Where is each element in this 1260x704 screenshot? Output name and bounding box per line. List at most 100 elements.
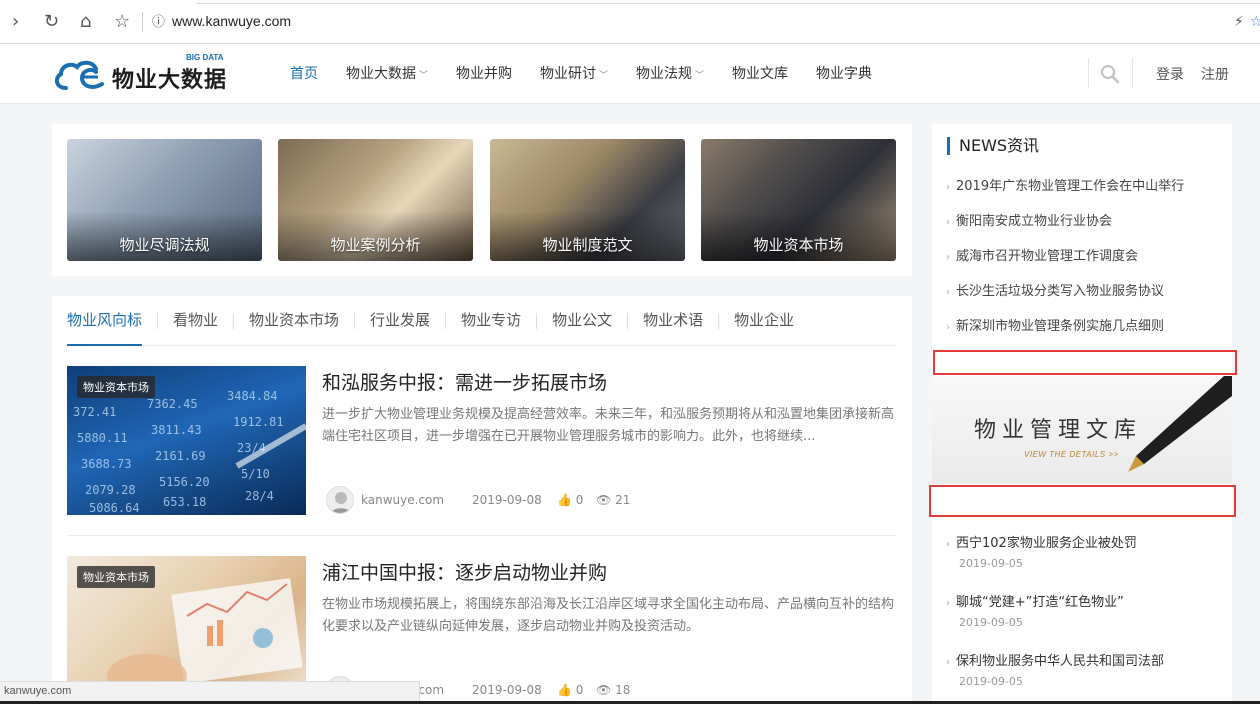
svg-text:2161.69: 2161.69 bbox=[155, 449, 206, 463]
news-link[interactable]: › 衡阳南安成立物业行业协会 bbox=[946, 210, 1112, 229]
nav-item-mergers[interactable]: 物业并购 bbox=[456, 63, 512, 83]
svg-text:2079.28: 2079.28 bbox=[85, 483, 136, 497]
home-icon[interactable]: ⌂ bbox=[80, 12, 91, 32]
chevron-right-icon: › bbox=[946, 252, 950, 263]
svg-text:3484.84: 3484.84 bbox=[227, 389, 278, 403]
thumbs-up-icon: 👍 bbox=[557, 493, 572, 507]
news-link[interactable]: › 长沙生活垃圾分类写入物业服务协议 bbox=[946, 280, 1164, 299]
nav-item-library[interactable]: 物业文库 bbox=[732, 63, 788, 83]
highlight-box bbox=[929, 485, 1236, 517]
article-author[interactable]: kanwuye.com bbox=[361, 493, 444, 507]
search-icon[interactable] bbox=[1100, 64, 1120, 84]
tile-case-analysis[interactable]: 物业案例分析 bbox=[278, 139, 473, 261]
tab-divider bbox=[718, 312, 720, 329]
banner-title: 物业管理文库 bbox=[974, 418, 1143, 443]
tab-divider bbox=[445, 312, 447, 329]
news-link[interactable]: › 2019年广东物业管理工作会在中山举行 bbox=[946, 175, 1184, 194]
svg-text:653.18: 653.18 bbox=[163, 495, 206, 509]
status-bar: kanwuye.com bbox=[0, 681, 420, 701]
tile-capital-market[interactable]: 物业资本市场 bbox=[701, 139, 896, 261]
list-item-title: 保利物业服务中华人民共和国司法部 bbox=[956, 654, 1165, 669]
reload-icon[interactable]: ↻ bbox=[44, 12, 59, 32]
like-count[interactable]: 👍 0 bbox=[557, 683, 583, 697]
banner-subtitle[interactable]: VIEW THE DETAILS >> bbox=[1024, 450, 1119, 459]
article-title[interactable]: 浦江中国中报：逐步启动物业并购 bbox=[322, 558, 607, 585]
chevron-right-icon: › bbox=[946, 657, 950, 668]
thumbs-up-icon: 👍 bbox=[557, 683, 572, 697]
site-info-icon[interactable]: ⓘ bbox=[152, 13, 165, 33]
tile-label: 物业制度范文 bbox=[542, 236, 633, 254]
tab-capital-market[interactable]: 物业资本市场 bbox=[249, 296, 339, 346]
header-divider bbox=[1088, 58, 1089, 88]
chevron-right-icon: › bbox=[946, 539, 950, 550]
browser-toolbar: › ↻ ⌂ ☆ ⓘ www.kanwuye.com ⚡ ☆ bbox=[0, 0, 1260, 44]
avatar[interactable] bbox=[326, 486, 354, 514]
tab-divider bbox=[233, 312, 235, 329]
list-item-date: 2019-09-05 bbox=[959, 616, 1023, 629]
tab-interviews[interactable]: 物业专访 bbox=[461, 296, 521, 346]
chevron-right-icon: › bbox=[946, 182, 950, 193]
site-logo[interactable]: 物业大数据 BIG DATA bbox=[52, 52, 242, 98]
nav-item-home[interactable]: 首页 bbox=[290, 63, 318, 83]
articles-panel: 物业风向标 看物业 物业资本市场 行业发展 物业专访 物业公文 物业术语 物业企… bbox=[52, 296, 912, 704]
chevron-right-icon: › bbox=[946, 217, 950, 228]
chevron-down-icon: ﹀ bbox=[599, 71, 609, 81]
like-count[interactable]: 👍 0 bbox=[557, 493, 583, 507]
tab-divider bbox=[536, 312, 538, 329]
forward-icon[interactable]: › bbox=[12, 12, 19, 32]
svg-text:3688.73: 3688.73 bbox=[81, 457, 132, 471]
tile-due-diligence[interactable]: 物业尽调法规 bbox=[67, 139, 262, 261]
article-date: 2019-09-08 bbox=[472, 683, 542, 697]
view-count: 👁 18 bbox=[596, 683, 631, 697]
list-item[interactable]: › 聊城“党建+”打造“红色物业” 2019-09-05 bbox=[946, 591, 1216, 629]
register-link[interactable]: 注册 bbox=[1201, 64, 1229, 84]
category-badge[interactable]: 物业资本市场 bbox=[77, 376, 155, 398]
bookmark-star-filled-icon[interactable]: ☆ bbox=[1250, 12, 1260, 32]
article-title[interactable]: 和泓服务中报：需进一步拓展市场 bbox=[322, 368, 607, 395]
chevron-right-icon: › bbox=[946, 287, 950, 298]
tab-companies[interactable]: 物业企业 bbox=[734, 296, 794, 346]
logo-text: 物业大数据 bbox=[112, 68, 228, 93]
extension-bolt-icon[interactable]: ⚡ bbox=[1234, 12, 1244, 32]
tab-view-property[interactable]: 看物业 bbox=[173, 296, 218, 346]
nav-item-research[interactable]: 物业研讨 ﹀ bbox=[540, 63, 608, 83]
chevron-down-icon: ﹀ bbox=[419, 71, 429, 81]
tile-templates[interactable]: 物业制度范文 bbox=[490, 139, 685, 261]
main-nav: 首页 物业大数据 ﹀ 物业并购 物业研讨 ﹀ 物业法规 ﹀ 物业文库 物业字典 bbox=[290, 63, 900, 83]
tab-terms[interactable]: 物业术语 bbox=[643, 296, 703, 346]
svg-text:7362.45: 7362.45 bbox=[147, 397, 198, 411]
category-tiles: 物业尽调法规 物业案例分析 物业制度范文 物业资本市场 bbox=[52, 124, 912, 276]
news-heading: NEWS资讯 bbox=[947, 137, 1039, 155]
list-item-date: 2019-09-05 bbox=[959, 675, 1023, 688]
chevron-right-icon: › bbox=[946, 322, 950, 333]
list-item-date: 2019-09-05 bbox=[959, 557, 1023, 570]
news-link[interactable]: › 新深圳市物业管理条例实施几点细则 bbox=[946, 315, 1164, 334]
header-divider bbox=[1132, 58, 1133, 88]
tab-documents[interactable]: 物业公文 bbox=[552, 296, 612, 346]
news-link[interactable]: › 威海市召开物业管理工作调度会 bbox=[946, 245, 1138, 264]
list-item[interactable]: › 西宁102家物业服务企业被处罚 2019-09-05 bbox=[946, 532, 1216, 570]
site-header: 物业大数据 BIG DATA 首页 物业大数据 ﹀ 物业并购 物业研讨 ﹀ 物业法规… bbox=[0, 44, 1260, 104]
nav-item-big-data[interactable]: 物业大数据 ﹀ bbox=[346, 63, 428, 83]
tab-industry[interactable]: 行业发展 bbox=[370, 296, 430, 346]
view-count: 👁 21 bbox=[596, 493, 631, 507]
category-badge[interactable]: 物业资本市场 bbox=[77, 566, 155, 588]
bookmark-star-icon[interactable]: ☆ bbox=[114, 12, 130, 32]
article-excerpt: 进一步扩大物业管理业务规模及提高经营效率。未来三年，和泓服务预期将从和泓置地集团… bbox=[322, 407, 895, 444]
article-card: 372.41 7362.45 3484.84 5880.11 3811.43 1912.… bbox=[67, 366, 897, 536]
article-thumbnail[interactable]: 372.41 7362.45 3484.84 5880.11 3811.43 1912.… bbox=[67, 366, 306, 515]
article-tabs: 物业风向标 看物业 物业资本市场 行业发展 物业专访 物业公文 物业术语 物业企… bbox=[67, 296, 897, 346]
nav-item-dictionary[interactable]: 物业字典 bbox=[816, 63, 872, 83]
login-link[interactable]: 登录 bbox=[1156, 64, 1184, 84]
svg-text:372.41: 372.41 bbox=[73, 405, 116, 419]
tab-trends[interactable]: 物业风向标 bbox=[67, 296, 143, 346]
eye-icon: 👁 bbox=[596, 493, 612, 507]
cloud-logo-icon bbox=[54, 60, 104, 90]
highlight-box bbox=[933, 350, 1237, 375]
nav-item-regulations[interactable]: 物业法规 ﹀ bbox=[636, 63, 704, 83]
list-item[interactable]: › 保利物业服务中华人民共和国司法部 2019-09-05 bbox=[946, 650, 1216, 688]
svg-text:5156.20: 5156.20 bbox=[159, 475, 210, 489]
library-banner[interactable]: 物业管理文库 VIEW THE DETAILS >> bbox=[932, 376, 1232, 484]
address-bar[interactable]: www.kanwuye.com bbox=[172, 13, 291, 29]
chevron-right-icon: › bbox=[946, 598, 950, 609]
